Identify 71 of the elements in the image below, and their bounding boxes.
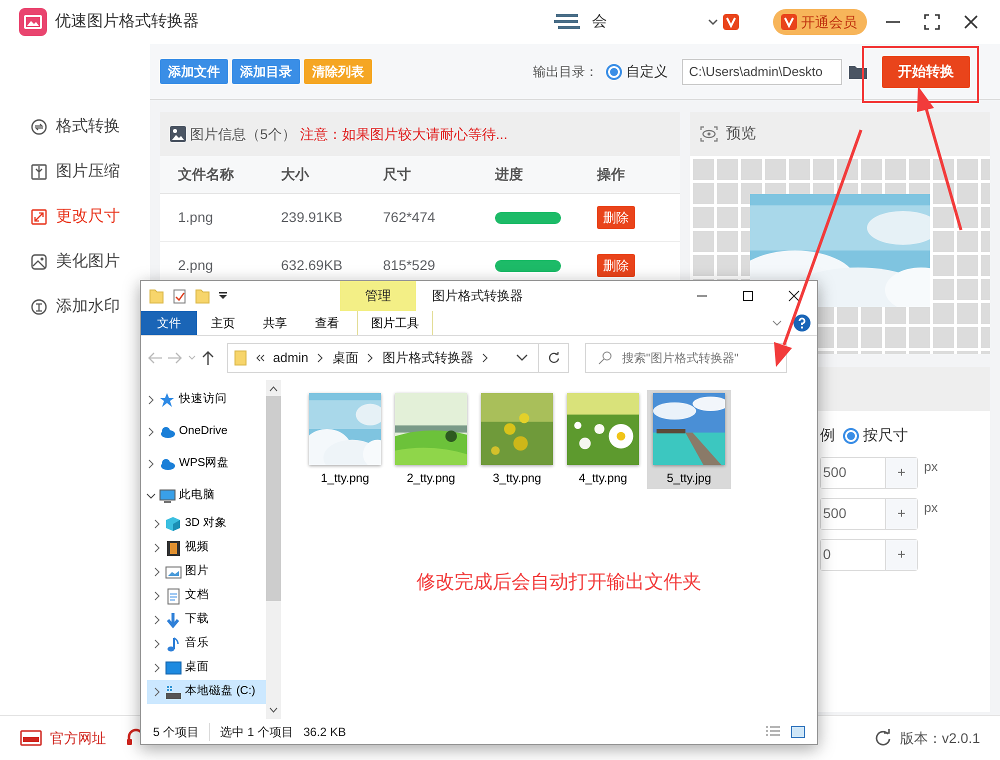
context-tab[interactable]: 管理	[340, 281, 416, 311]
notice-text: 注意：如果图片较大请耐心等待...	[300, 124, 508, 144]
breadcrumb-item[interactable]: admin	[273, 348, 308, 368]
sidebar-item[interactable]: 添加水印	[26, 284, 124, 329]
window-title: 图片格式转换器	[432, 287, 523, 306]
column-header: 操作	[596, 165, 626, 184]
file-item[interactable]: 4_tty.png	[561, 390, 645, 489]
sidebar-item[interactable]: 格式转换	[26, 104, 124, 149]
number-field[interactable]: 500 +	[820, 498, 918, 530]
column-header: 尺寸	[382, 165, 412, 184]
size-radio[interactable]: 按尺寸	[843, 425, 908, 448]
table-cell-text: 239.91KB	[280, 208, 344, 227]
tree-item[interactable]: 本地磁盘 (C:)	[147, 680, 266, 704]
tree-item[interactable]: 快速访问	[141, 384, 266, 416]
increment-button[interactable]: +	[885, 458, 917, 488]
file-item[interactable]: 1_tty.png	[303, 390, 387, 489]
delete-button[interactable]: 删除	[597, 206, 635, 230]
increment-button[interactable]: +	[885, 540, 917, 570]
delete-button[interactable]: 删除	[597, 254, 635, 278]
file-item[interactable]: 3_tty.png	[475, 390, 559, 489]
tree-item[interactable]: 此电脑	[141, 480, 266, 512]
tree-item[interactable]: OneDrive	[141, 416, 266, 448]
column-header: 大小	[280, 165, 310, 184]
file-item[interactable]: 2_tty.png	[389, 390, 473, 489]
table-cell-text: 632.69KB	[280, 256, 344, 275]
file-item[interactable]: 5_tty.jpg	[647, 390, 731, 489]
tree-item[interactable]: 下载	[147, 608, 266, 632]
version-label: 版本：v2.0.1	[900, 728, 980, 748]
start-button[interactable]: 开始转换	[882, 56, 970, 88]
item-count: 5 个项目	[153, 724, 200, 740]
search-box[interactable]: 搜索"图片格式转换器"	[585, 343, 787, 373]
table-cell-text: 2.png	[177, 256, 214, 275]
annotation-text: 修改完成后会自动打开输出文件夹	[416, 571, 702, 595]
website-link[interactable]: 官方网址	[20, 728, 106, 748]
table-cell-text: 1.png	[177, 208, 214, 227]
option-label: 例	[820, 426, 835, 446]
tree-item[interactable]: 文档	[147, 584, 266, 608]
file-menu-button[interactable]: 文件	[141, 311, 197, 335]
number-field[interactable]: 0 +	[820, 538, 918, 570]
column-header: 文件名称	[177, 165, 235, 184]
sidebar-item[interactable]: 更改尺寸	[26, 194, 124, 239]
tree-item[interactable]: WPS网盘	[141, 448, 266, 480]
table-title: 图片信息（5个）	[190, 124, 296, 144]
ribbon-tab[interactable]: 查看	[301, 311, 353, 335]
selection-info: 选中 1 个项目	[209, 722, 294, 740]
sidebar-item[interactable]: 图片压缩	[26, 149, 124, 194]
unit-label: px	[924, 498, 938, 517]
app-title: 优速图片格式转换器	[55, 12, 199, 32]
tree-item[interactable]: 3D 对象	[147, 512, 266, 536]
number-field[interactable]: 500 +	[820, 456, 918, 488]
tree-item[interactable]: 视频	[147, 536, 266, 560]
unit-label: px	[924, 458, 938, 476]
table-cell-text: 815*529	[382, 256, 436, 275]
selection-size: 36.2 KB	[303, 724, 346, 740]
ribbon-tab[interactable]: 主页	[197, 311, 249, 335]
table-cell-text: 762*474	[382, 208, 436, 227]
tree-item[interactable]: 音乐	[147, 632, 266, 656]
breadcrumb-item[interactable]: 图片格式转换器	[382, 348, 474, 368]
output-label: 输出目录：	[533, 62, 598, 81]
path-field[interactable]: C:\Users\admin\Deskto	[682, 58, 842, 84]
sidebar-item[interactable]: 美化图片	[26, 239, 124, 284]
tree-item[interactable]: 桌面	[147, 656, 266, 680]
column-header: 进度	[494, 165, 524, 184]
ribbon-tab[interactable]: 共享	[249, 311, 301, 335]
breadcrumb-item[interactable]: 桌面	[332, 348, 358, 368]
increment-button[interactable]: +	[885, 498, 917, 528]
preview-title: 预览	[726, 124, 756, 144]
account-name[interactable]: 会	[592, 10, 607, 34]
address-bar[interactable]: admin 桌面 图片格式转换器	[227, 343, 569, 373]
output-radio[interactable]: 自定义	[606, 61, 668, 82]
tree-item[interactable]: 图片	[147, 560, 266, 584]
